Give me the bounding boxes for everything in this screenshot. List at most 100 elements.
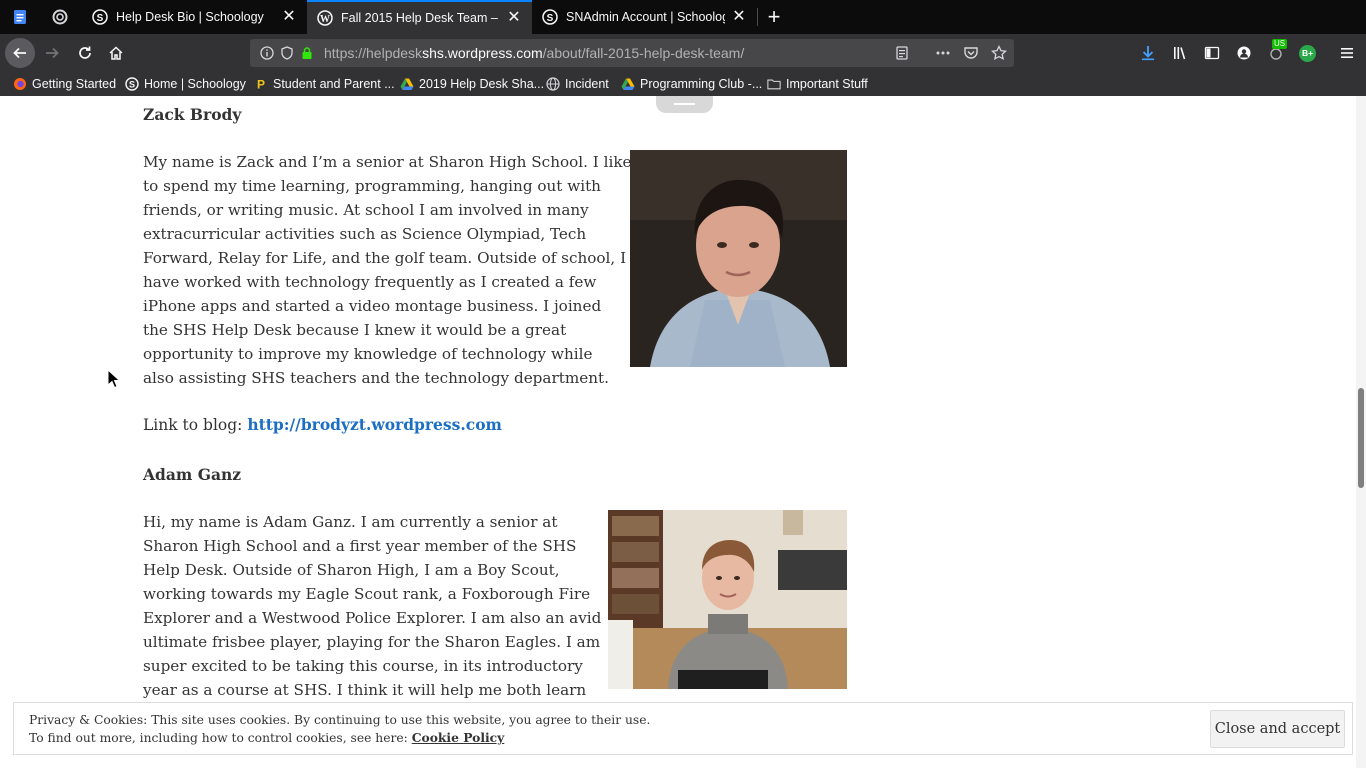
google-drive-icon	[400, 77, 414, 91]
bio-line: have worked with technology frequently a…	[143, 273, 597, 291]
svg-text:P: P	[257, 78, 265, 92]
home-icon	[109, 46, 123, 60]
back-button[interactable]	[5, 38, 35, 68]
member-photo-zack	[630, 150, 847, 367]
bio-line: Hi, my name is Adam Ganz. I am currently…	[143, 513, 558, 531]
tab-fall-2015-team[interactable]: W Fall 2015 Help Desk Team – SHS ✕	[307, 0, 532, 34]
bio-line: Forward, Relay for Life, and the golf te…	[143, 249, 627, 267]
info-icon[interactable]	[259, 45, 275, 61]
pinned-tab-docs[interactable]	[0, 0, 40, 34]
pocket-icon[interactable]	[963, 45, 979, 61]
page-content: Zack Brody My name is Zack and I’m a sen…	[0, 96, 1356, 768]
shield-icon[interactable]	[279, 45, 295, 61]
tab-divider	[757, 8, 758, 26]
close-icon[interactable]: ✕	[281, 9, 297, 25]
cookie-line: Privacy & Cookies: This site uses cookie…	[29, 713, 651, 727]
bookmark-help-desk-share[interactable]: 2019 Help Desk Sha...	[400, 75, 544, 93]
sidebar-icon[interactable]	[1203, 44, 1221, 62]
bookmark-label: Getting Started	[32, 77, 117, 91]
bookmark-home-schoology[interactable]: S Home | Schoology	[125, 75, 246, 93]
bookmark-label: 2019 Help Desk Sha...	[419, 77, 545, 91]
reload-button[interactable]	[70, 38, 100, 68]
google-drive-icon	[621, 77, 635, 91]
member-bio: Hi, my name is Adam Ganz. I am currently…	[143, 510, 601, 702]
bookmarks-toolbar: Getting Started S Home | Schoology P Stu…	[0, 72, 1366, 96]
arrow-left-icon	[13, 47, 26, 59]
home-button[interactable]	[101, 38, 131, 68]
google-docs-icon	[14, 10, 26, 24]
bio-line: extracurricular activities such as Scien…	[143, 225, 587, 243]
bio-line: working towards my Eagle Scout rank, a F…	[143, 585, 591, 603]
bookmark-label: Programming Club -...	[640, 77, 763, 91]
profile-badge[interactable]: B+	[1299, 45, 1316, 62]
bookmark-getting-started[interactable]: Getting Started	[13, 75, 116, 93]
vertical-scrollbar[interactable]	[1356, 96, 1366, 768]
plus-icon: +	[767, 4, 781, 29]
schoology-icon: S	[125, 77, 139, 91]
tab-title: Fall 2015 Help Desk Team – SHS	[341, 11, 500, 25]
close-icon[interactable]: ✕	[506, 10, 522, 26]
more-actions-icon[interactable]	[935, 45, 951, 61]
url-prefix: https://helpdesk	[324, 45, 423, 61]
bio-line: opportunity to improve my knowledge of t…	[143, 345, 593, 363]
blog-link-line: Link to blog: http://brodyzt.wordpress.c…	[143, 415, 502, 434]
tab-snadmin[interactable]: S SNAdmin Account | Schoology ✕	[532, 0, 757, 34]
tab-help-desk-bio[interactable]: S Help Desk Bio | Schoology ✕	[82, 0, 307, 34]
blog-link[interactable]: http://brodyzt.wordpress.com	[247, 415, 502, 434]
bookmark-student-parent[interactable]: P Student and Parent ...	[254, 75, 395, 93]
svg-text:S: S	[97, 13, 104, 24]
bookmark-label: Important Stuff	[786, 77, 868, 91]
cookie-banner: Privacy & Cookies: This site uses cookie…	[13, 702, 1353, 755]
reader-view-icon[interactable]	[894, 45, 910, 61]
navigation-toolbar: https://helpdeskshs.wordpress.com/about/…	[0, 34, 1366, 72]
download-icon[interactable]	[1139, 44, 1157, 62]
tab-title: SNAdmin Account | Schoology	[566, 10, 725, 24]
url-domain: shs.wordpress.com	[422, 45, 543, 61]
bio-line: Explorer and a Westwood Police Explorer.…	[143, 609, 602, 627]
svg-text:W: W	[320, 14, 330, 25]
bio-line: My name is Zack and I’m a senior at Shar…	[143, 153, 632, 171]
hamburger-menu-icon[interactable]	[1338, 44, 1356, 62]
member-name: Adam Ganz	[143, 465, 242, 484]
firefox-icon	[13, 77, 27, 91]
bookmark-label: Home | Schoology	[144, 77, 246, 91]
svg-text:S: S	[129, 80, 135, 90]
cookie-message: Privacy & Cookies: This site uses cookie…	[29, 711, 650, 747]
arrow-right-icon	[46, 47, 59, 59]
address-bar[interactable]: https://helpdeskshs.wordpress.com/about/…	[250, 39, 1014, 67]
pinned-tab-app[interactable]	[40, 0, 80, 34]
bio-line: super excited to be taking this course, …	[143, 657, 583, 675]
url-path: /about/fall-2015-help-desk-team/	[542, 45, 745, 61]
bookmark-folder-important[interactable]: Important Stuff	[767, 75, 868, 93]
lock-icon[interactable]	[299, 45, 315, 61]
bio-line: Sharon High School and a first year memb…	[143, 537, 577, 555]
bio-line: ultimate frisbee player, playing for the…	[143, 633, 601, 651]
bookmark-programming-club[interactable]: Programming Club -...	[621, 75, 762, 93]
mouse-cursor-icon	[107, 369, 121, 389]
bookmark-incident[interactable]: Incident	[546, 75, 609, 93]
new-tab-button[interactable]: +	[760, 3, 788, 31]
bio-line: also assisting SHS teachers and the tech…	[143, 369, 609, 387]
close-icon[interactable]: ✕	[731, 9, 747, 25]
bio-line: to spend my time learning, programming, …	[143, 177, 601, 195]
account-icon[interactable]	[1235, 44, 1253, 62]
page-pull-handle[interactable]	[656, 96, 713, 113]
url-text[interactable]: https://helpdeskshs.wordpress.com/about/…	[324, 45, 744, 61]
scrollbar-thumb[interactable]	[1358, 388, 1364, 488]
bio-line: Help Desk. Outside of Sharon High, I am …	[143, 561, 560, 579]
svg-text:S: S	[547, 13, 554, 24]
cookie-policy-link[interactable]: Cookie Policy	[412, 730, 505, 745]
schoology-icon: S	[542, 9, 558, 25]
blog-label: Link to blog:	[143, 416, 243, 434]
bookmark-label: Incident	[565, 77, 609, 91]
bookmark-label: Student and Parent ...	[273, 77, 395, 91]
member-bio: My name is Zack and I’m a senior at Shar…	[143, 150, 632, 390]
folder-icon	[767, 77, 781, 91]
star-icon[interactable]	[991, 45, 1007, 61]
schoology-icon: S	[92, 9, 108, 25]
forward-button[interactable]	[37, 38, 67, 68]
extension-badge: US	[1272, 39, 1288, 49]
close-and-accept-button[interactable]: Close and accept	[1210, 710, 1345, 748]
library-icon[interactable]	[1171, 44, 1189, 62]
globe-icon	[546, 77, 560, 91]
